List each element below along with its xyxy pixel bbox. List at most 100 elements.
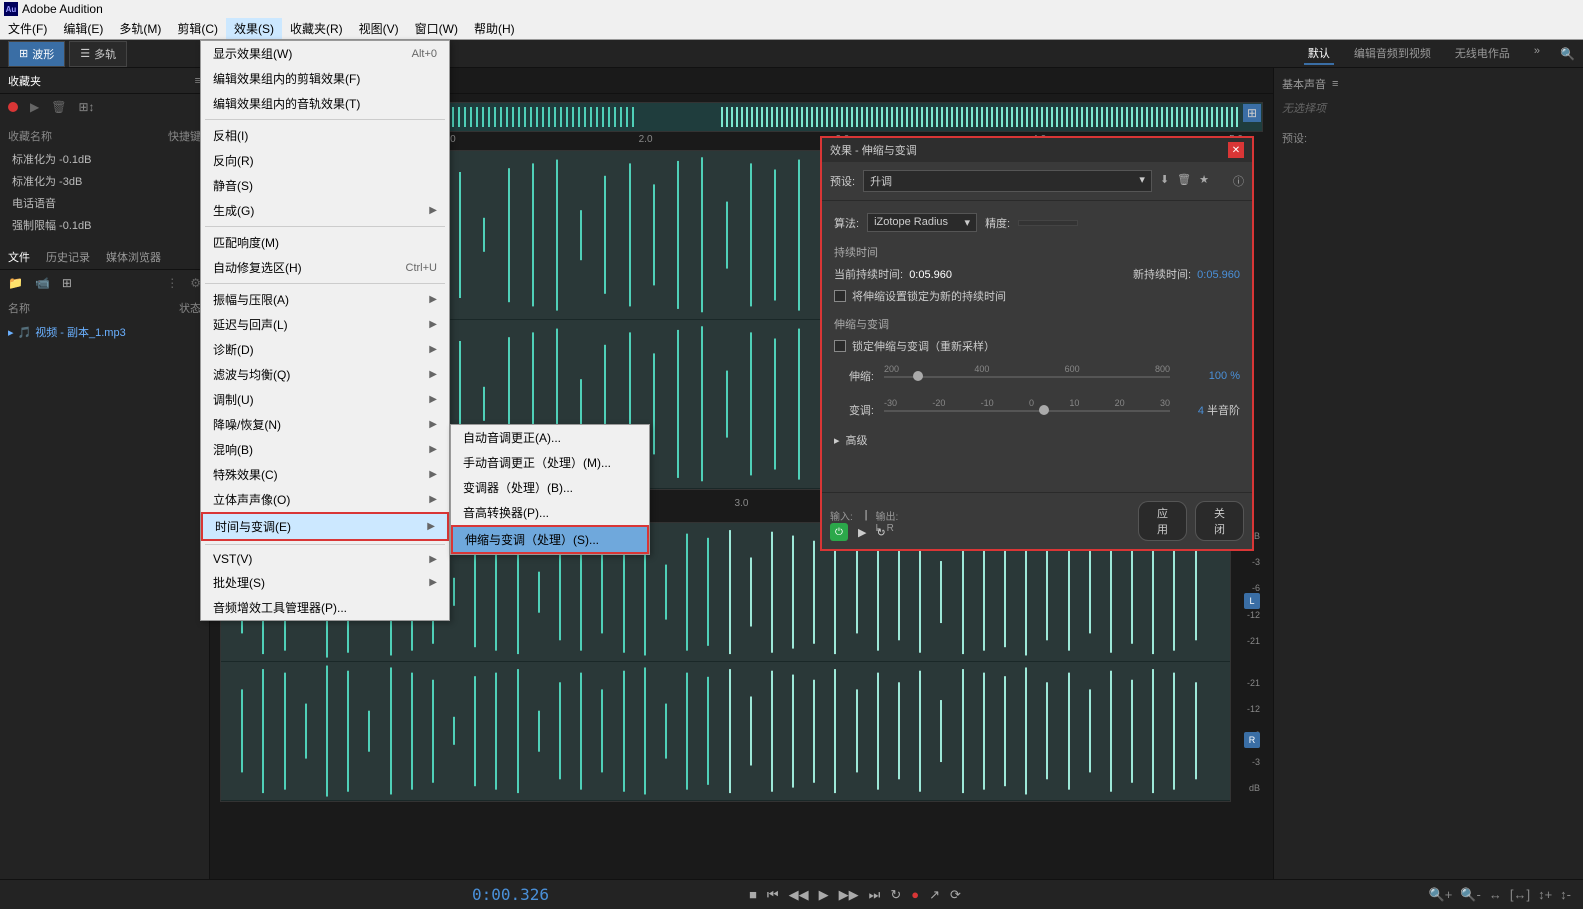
export-icon[interactable]: ↗ xyxy=(929,887,940,903)
workspace-tab-1[interactable]: 编辑音频到视频 xyxy=(1350,43,1435,65)
zoom-tool-icon[interactable]: ⊞ xyxy=(1243,104,1261,122)
effects-menu-item[interactable]: 延迟与回声(L)▶ xyxy=(201,312,449,337)
submenu-item[interactable]: 自动音调更正(A)... xyxy=(451,425,649,450)
effects-menu-item[interactable]: 混响(B)▶ xyxy=(201,437,449,462)
loop-icon[interactable]: ⟳ xyxy=(950,887,961,903)
record-button[interactable]: ● xyxy=(911,887,919,903)
skip-back-button[interactable]: ⏮ xyxy=(767,887,779,903)
submenu-item[interactable]: 伸缩与变调（处理）(S)... xyxy=(451,525,649,554)
menu-1[interactable]: 编辑(E) xyxy=(55,18,111,39)
menu-0[interactable]: 文件(F) xyxy=(0,18,55,39)
play-icon[interactable]: ▶ xyxy=(30,100,39,114)
favorite-item[interactable]: 强制限幅 -0.1dB xyxy=(8,214,201,236)
stop-button[interactable]: ■ xyxy=(749,887,757,903)
effects-menu-item[interactable]: 降噪/恢复(N)▶ xyxy=(201,412,449,437)
effects-menu-item[interactable]: 反相(I) xyxy=(201,123,449,148)
effects-menu-item[interactable]: 编辑效果组内的剪辑效果(F) xyxy=(201,66,449,91)
play-button[interactable]: ▶ xyxy=(819,887,829,903)
sort-icon[interactable]: ⊞↕ xyxy=(78,100,94,114)
lock-duration-checkbox[interactable] xyxy=(834,290,846,302)
effects-menu-item[interactable]: 批处理(S)▶ xyxy=(201,570,449,595)
loop-button[interactable]: ↻ xyxy=(890,887,901,903)
effects-menu-item[interactable]: 立体声声像(O)▶ xyxy=(201,487,449,512)
effects-menu-item[interactable]: 匹配响度(M) xyxy=(201,230,449,255)
favorite-icon[interactable]: ★ xyxy=(1199,173,1209,189)
effects-menu-item[interactable]: 编辑效果组内的音轨效果(T) xyxy=(201,91,449,116)
file-item[interactable]: ▸🎵视频 - 副本_1.mp3 xyxy=(0,320,209,344)
workspace-more[interactable]: » xyxy=(1530,43,1544,65)
effects-menu-item[interactable]: 特殊效果(C)▶ xyxy=(201,462,449,487)
trash-icon[interactable]: 🗑 xyxy=(51,100,66,114)
effects-menu-item[interactable]: 调制(U)▶ xyxy=(201,387,449,412)
preset-select[interactable]: 升调 ▾ xyxy=(863,170,1152,192)
new-file-icon[interactable]: ⊞ xyxy=(62,276,72,290)
power-button[interactable]: ⏻ xyxy=(830,523,848,541)
record-icon[interactable] xyxy=(8,102,18,112)
close-button[interactable]: 关闭 xyxy=(1195,501,1244,541)
menu-7[interactable]: 窗口(W) xyxy=(407,18,466,39)
menu-6[interactable]: 视图(V) xyxy=(351,18,407,39)
rewind-button[interactable]: ◀◀ xyxy=(789,887,809,903)
apply-button[interactable]: 应用 xyxy=(1138,501,1187,541)
waveform-view-button[interactable]: ⊞波形 xyxy=(8,41,65,67)
search-icon[interactable]: 🔍 xyxy=(1560,47,1575,61)
zoom-full-icon[interactable]: ↔ xyxy=(1489,887,1502,903)
delete-preset-icon[interactable]: 🗑 xyxy=(1177,173,1191,189)
effects-menu-item[interactable]: 生成(G)▶ xyxy=(201,198,449,223)
pitch-slider[interactable]: -30-20-100102030 xyxy=(884,398,1170,422)
effects-menu-item[interactable]: 音频增效工具管理器(P)... xyxy=(201,595,449,620)
stretch-slider[interactable]: 200400600800 xyxy=(884,364,1170,388)
effects-menu-item[interactable]: 显示效果组(W)Alt+0 xyxy=(201,41,449,66)
panel-menu-icon[interactable]: ≡ xyxy=(1332,78,1338,90)
menu-5[interactable]: 收藏夹(R) xyxy=(282,18,351,39)
effects-menu-item[interactable]: 时间与变调(E)▶ xyxy=(201,512,449,541)
favorite-item[interactable]: 电话语音 xyxy=(8,192,201,214)
save-preset-icon[interactable]: ⬇ xyxy=(1160,173,1169,189)
multitrack-view-button[interactable]: ☰多轨 xyxy=(69,41,127,67)
zoom-out-icon[interactable]: 🔍- xyxy=(1460,887,1481,903)
file-filter-icon[interactable]: ⋮ xyxy=(166,276,178,290)
favorites-tab[interactable]: 收藏夹 xyxy=(8,73,41,89)
zoom-sel-icon[interactable]: [↔] xyxy=(1510,887,1530,903)
effects-menu-item[interactable]: 反向(R) xyxy=(201,148,449,173)
files-tab-2[interactable]: 媒体浏览器 xyxy=(106,249,161,265)
effects-menu-item[interactable]: 自动修复选区(H)Ctrl+U xyxy=(201,255,449,280)
workspace-tab-2[interactable]: 无线电作品 xyxy=(1451,43,1514,65)
menu-2[interactable]: 多轨(M) xyxy=(111,18,169,39)
loop-preview-button[interactable]: ↻ xyxy=(876,526,885,539)
submenu-item[interactable]: 音高转换器(P)... xyxy=(451,500,649,525)
forward-button[interactable]: ▶▶ xyxy=(839,887,859,903)
algorithm-select[interactable]: iZotope Radius ▾ xyxy=(867,213,977,232)
advanced-toggle[interactable]: ▸高级 xyxy=(834,432,1240,448)
submenu-item[interactable]: 变调器（处理）(B)... xyxy=(451,475,649,500)
info-icon[interactable]: ⓘ xyxy=(1233,173,1244,189)
open-file-icon[interactable]: 📁 xyxy=(8,276,23,290)
close-icon[interactable]: ✕ xyxy=(1228,142,1244,158)
skip-fwd-button[interactable]: ⏭ xyxy=(869,887,881,903)
files-tab-0[interactable]: 文件 xyxy=(8,249,30,265)
channel-l-label[interactable]: L xyxy=(1244,593,1260,609)
files-tab-1[interactable]: 历史记录 xyxy=(46,249,90,265)
record-file-icon[interactable]: 📹 xyxy=(35,276,50,290)
effects-menu-item[interactable]: 静音(S) xyxy=(201,173,449,198)
channel-r-label[interactable]: R xyxy=(1244,732,1260,748)
zoom-in-v-icon[interactable]: ↕+ xyxy=(1538,887,1552,903)
menu-4[interactable]: 效果(S) xyxy=(226,18,282,39)
pitch-value[interactable]: 4 xyxy=(1198,405,1204,417)
lock-stretch-checkbox[interactable] xyxy=(834,340,846,352)
submenu-item[interactable]: 手动音调更正（处理）(M)... xyxy=(451,450,649,475)
zoom-in-icon[interactable]: 🔍+ xyxy=(1429,887,1453,903)
effects-menu-item[interactable]: 诊断(D)▶ xyxy=(201,337,449,362)
menu-8[interactable]: 帮助(H) xyxy=(466,18,523,39)
menu-3[interactable]: 剪辑(C) xyxy=(169,18,226,39)
favorite-item[interactable]: 标准化为 -0.1dB xyxy=(8,148,201,170)
stretch-value[interactable]: 100 xyxy=(1209,370,1227,382)
workspace-tab-0[interactable]: 默认 xyxy=(1304,43,1334,65)
effects-menu-item[interactable]: 振幅与压限(A)▶ xyxy=(201,287,449,312)
zoom-out-v-icon[interactable]: ↕- xyxy=(1560,887,1571,903)
preview-play-button[interactable]: ▶ xyxy=(858,526,866,539)
favorite-item[interactable]: 标准化为 -3dB xyxy=(8,170,201,192)
new-duration-value[interactable]: 0:05.960 xyxy=(1197,269,1240,281)
effects-menu-item[interactable]: 滤波与均衡(Q)▶ xyxy=(201,362,449,387)
effects-menu-item[interactable]: VST(V)▶ xyxy=(201,548,449,570)
